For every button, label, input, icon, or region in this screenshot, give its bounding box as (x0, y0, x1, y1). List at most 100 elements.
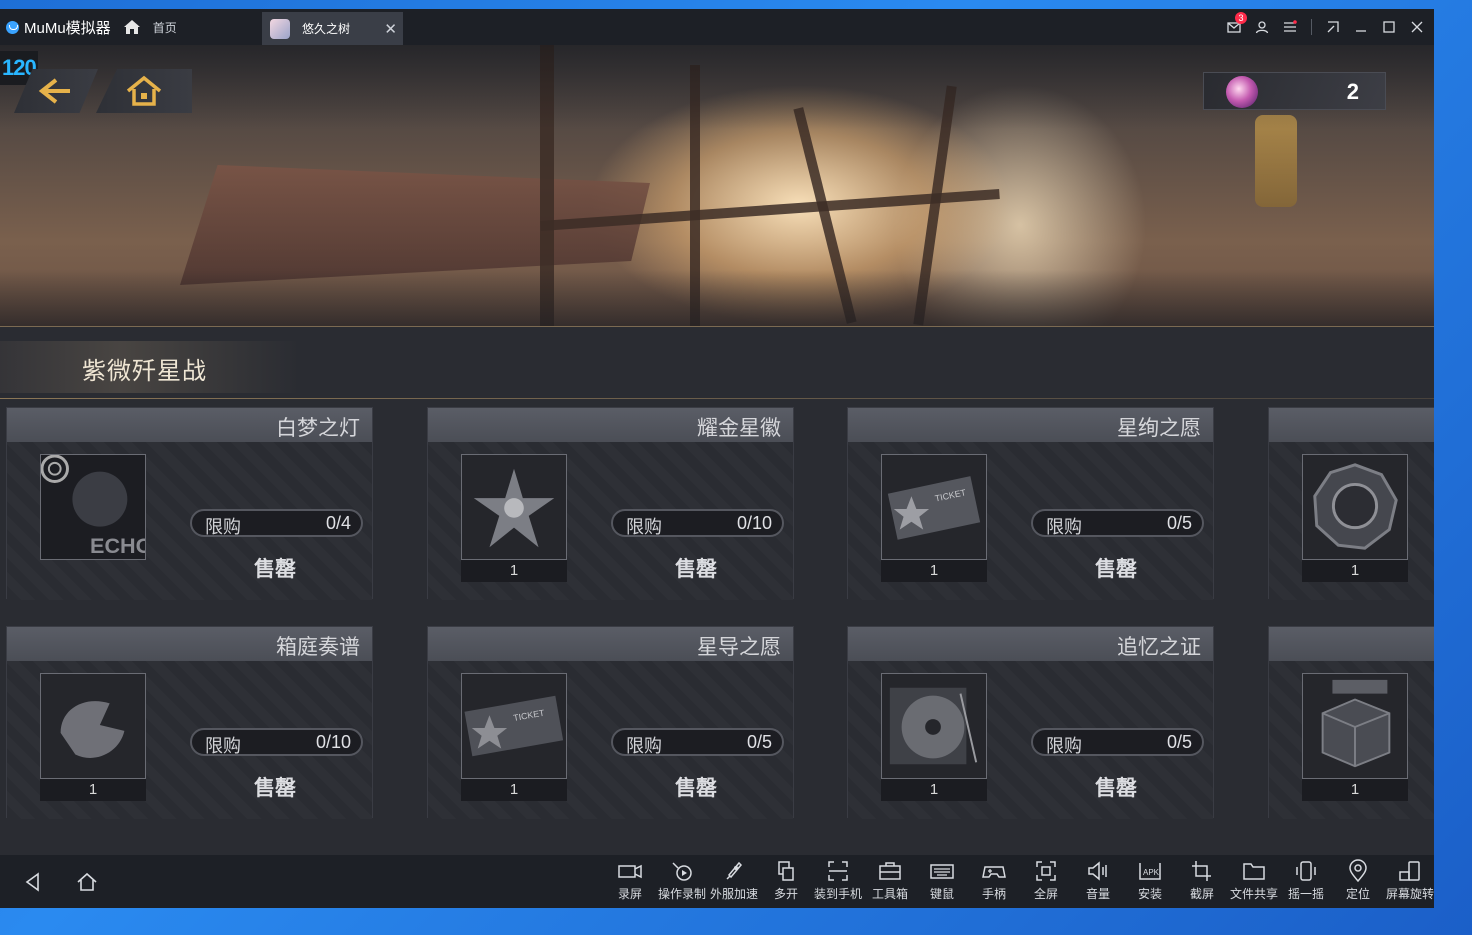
treasure-chest-icon (1303, 674, 1407, 778)
limit-label: 限购 (1046, 517, 1082, 537)
sold-out-label: 售罄 (675, 777, 717, 800)
section-title-text: 紫微歼星战 (82, 358, 207, 385)
purchase-limit: 限购 0/5 (1031, 728, 1204, 756)
file-share-button[interactable]: 文件共享 (1228, 859, 1280, 905)
card-header: 白梦之灯 (7, 408, 372, 442)
music-disc-fragment-icon (41, 674, 145, 778)
shop-item-card[interactable]: 追忆之证 1 限购 0/5 售罄 (847, 626, 1214, 819)
banner-border (0, 326, 1434, 327)
multi-instance-button[interactable]: 多开 (760, 859, 812, 905)
record-screen-button[interactable]: 录屏 (604, 859, 656, 905)
limit-value: 0/4 (325, 513, 351, 533)
user-icon[interactable] (1255, 20, 1269, 34)
tab-home[interactable]: 首页 (123, 18, 177, 36)
toolbox-button[interactable]: 工具箱 (864, 859, 916, 905)
item-quantity: 1 (881, 779, 987, 801)
location-button[interactable]: 定位 (1332, 859, 1384, 905)
minimize-icon[interactable] (1354, 20, 1368, 34)
item-image (461, 454, 567, 560)
limit-label: 限购 (205, 736, 241, 756)
limit-value: 0/10 (315, 732, 351, 752)
macro-record-button[interactable]: 操作录制 (656, 859, 708, 905)
tool-buttons: 录屏 操作录制 外服加速 多开 装到手机 工具箱 键鼠 手柄 全屏 音量 APK… (604, 859, 1434, 905)
item-quantity: 1 (1302, 560, 1408, 582)
svg-text:APK: APK (1143, 868, 1160, 877)
rocket-icon (726, 861, 743, 880)
purchase-limit: 限购 0/10 (190, 728, 363, 756)
card-header: 星绚之愿 (848, 408, 1213, 442)
tool-label: 外服加速 (709, 887, 758, 901)
purchase-limit: 限购 0/10 (611, 509, 784, 537)
card-body: TICKET 1 限购 0/5 售罄 (428, 661, 793, 819)
limit-label: 限购 (626, 517, 662, 537)
install-to-phone-button[interactable]: 装到手机 (812, 859, 864, 905)
folder-icon (1243, 863, 1265, 880)
ticket-icon: TICKET (882, 455, 986, 559)
volume-button[interactable]: 音量 (1072, 859, 1124, 905)
tool-label: 装到手机 (813, 887, 862, 901)
gamepad-button[interactable]: 手柄 (968, 859, 1020, 905)
tool-label: 工具箱 (871, 887, 908, 901)
pin-window-icon[interactable] (1326, 20, 1340, 34)
fullscreen-icon (1036, 861, 1056, 881)
item-name: 星导之愿 (697, 636, 781, 659)
item-image: TICKET (461, 673, 567, 779)
android-home-icon[interactable] (76, 871, 98, 893)
currency-display[interactable]: 2 (1203, 72, 1386, 110)
card-header: 耀金星徽 (428, 408, 793, 442)
item-name: 箱庭奏谱 (276, 636, 360, 659)
screenshot-button[interactable]: 截屏 (1176, 859, 1228, 905)
tool-label: 定位 (1345, 887, 1370, 901)
shop-item-card[interactable]: 耀金星徽 1 限购 0/10 售罄 (427, 407, 794, 600)
card-body: ECHO 限购 0/4 售罄 (7, 442, 372, 600)
tab-home-label: 首页 (152, 20, 177, 35)
tool-label: 摇一摇 (1287, 887, 1324, 901)
close-window-icon[interactable] (1410, 20, 1424, 34)
shop-item-card[interactable]: 箱庭奏谱 1 限购 0/10 售罄 (6, 626, 373, 819)
android-back-icon[interactable] (22, 871, 44, 893)
shop-item-card[interactable]: 1 (1268, 407, 1434, 600)
separator (1311, 19, 1312, 35)
rotate-screen-button[interactable]: 屏幕旋转 (1384, 859, 1434, 905)
notification-badge: 3 (1235, 12, 1247, 24)
item-image (40, 673, 146, 779)
mumu-logo-icon (6, 20, 19, 34)
close-tab-icon[interactable]: ✕ (384, 20, 397, 38)
menu-icon[interactable] (1283, 20, 1297, 34)
shake-button[interactable]: 摇一摇 (1280, 859, 1332, 905)
emulator-toolbar: 录屏 操作录制 外服加速 多开 装到手机 工具箱 键鼠 手柄 全屏 音量 APK… (0, 855, 1434, 908)
sold-out-label: 售罄 (1095, 777, 1137, 800)
shop-item-card[interactable]: 星绚之愿 TICKET 1 限购 0/5 售罄 (847, 407, 1214, 600)
shop-item-card[interactable]: 星导之愿 TICKET 1 限购 0/5 售罄 (427, 626, 794, 819)
location-pin-icon (1349, 859, 1367, 883)
card-body: 1 限购 0/10 售罄 (7, 661, 372, 819)
accelerate-button[interactable]: 外服加速 (708, 859, 760, 905)
shop-item-card[interactable]: 白梦之灯 ECHO 限购 0/4 售罄 (6, 407, 373, 600)
keyboard-mouse-button[interactable]: 键鼠 (916, 859, 968, 905)
fullscreen-button[interactable]: 全屏 (1020, 859, 1072, 905)
card-body: 1 限购 0/5 售罄 (848, 661, 1213, 819)
item-quantity: 1 (881, 560, 987, 582)
medal-icon (1303, 455, 1407, 559)
home-icon (126, 75, 162, 106)
sold-out-label: 售罄 (254, 777, 296, 800)
limit-value: 0/5 (1166, 732, 1192, 752)
install-apk-button[interactable]: APK 安装 (1124, 859, 1176, 905)
shop-item-card[interactable]: 1 (1268, 626, 1434, 819)
crop-icon (1192, 861, 1211, 881)
tool-label: 键鼠 (929, 887, 954, 901)
limit-value: 0/10 (736, 513, 772, 533)
section-divider (0, 398, 1434, 399)
tab-game[interactable]: 悠久之树 ✕ (262, 12, 403, 45)
maximize-icon[interactable] (1382, 20, 1396, 34)
rotate-icon (1399, 861, 1420, 881)
section-title: 紫微歼星战 (0, 341, 300, 393)
mail-icon[interactable]: 3 (1227, 12, 1247, 34)
item-name: 白梦之灯 (276, 417, 360, 440)
tool-label: 多开 (773, 887, 798, 901)
app-name: MuMu模拟器 (24, 19, 111, 37)
echo-lamp-icon: ECHO (41, 455, 145, 559)
tool-label: 操作录制 (657, 887, 706, 901)
card-header (1269, 627, 1434, 661)
speaker-icon (1088, 861, 1107, 881)
